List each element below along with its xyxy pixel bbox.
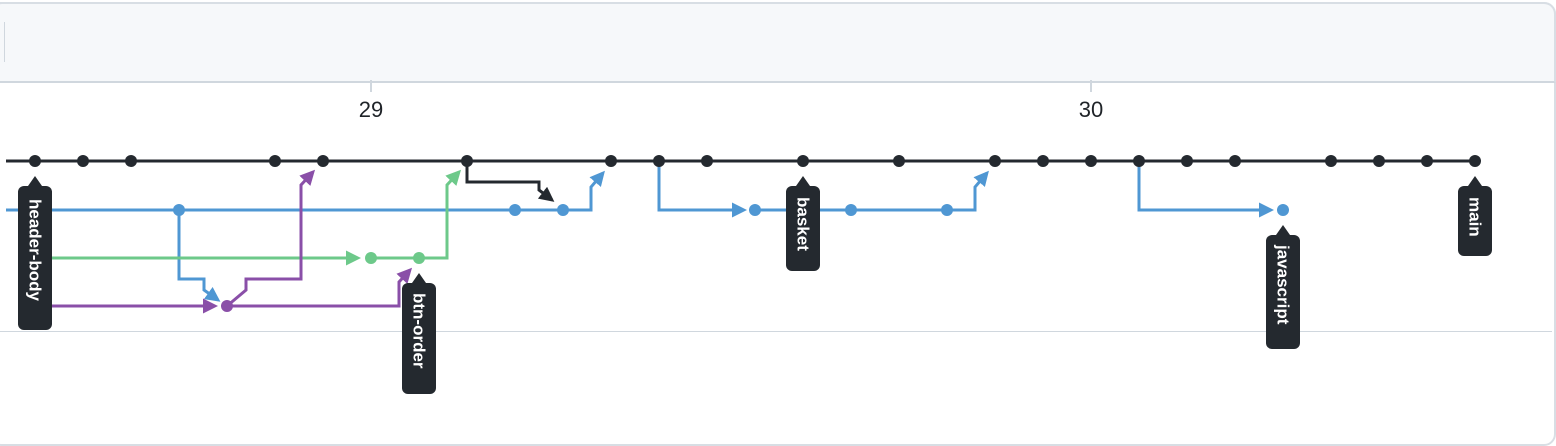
commit-dot[interactable] xyxy=(1085,155,1097,167)
commit-dot[interactable] xyxy=(317,155,329,167)
commit-dot[interactable] xyxy=(749,204,761,216)
basket-branch-start-edge xyxy=(657,161,747,218)
commit-dot[interactable] xyxy=(557,204,569,216)
branch-label-header-body[interactable]: header-body xyxy=(18,176,52,330)
branch-label-text: btn-order xyxy=(410,293,429,369)
blue-merge-edge-1 xyxy=(563,170,605,212)
branch-label-basket[interactable]: basket xyxy=(786,176,820,271)
commit-dot[interactable] xyxy=(1325,155,1337,167)
commit-dot[interactable] xyxy=(413,252,425,264)
main-to-blue-edge xyxy=(465,161,555,202)
commit-dot[interactable] xyxy=(1181,155,1193,167)
purple-commits xyxy=(221,300,233,312)
commit-dot[interactable] xyxy=(509,204,521,216)
commit-dot[interactable] xyxy=(1229,155,1241,167)
commit-dot[interactable] xyxy=(1277,204,1289,216)
commit-dot[interactable] xyxy=(653,155,665,167)
basket-merge-edge xyxy=(947,170,989,212)
blue-to-purple-edge xyxy=(177,210,221,302)
commit-network-graph: 29 30 header-body btn-order basket javas… xyxy=(6,80,1492,394)
day-label-29: 29 xyxy=(359,97,383,122)
commit-dot[interactable] xyxy=(845,204,857,216)
commit-dot[interactable] xyxy=(77,155,89,167)
commit-dot[interactable] xyxy=(989,155,1001,167)
commit-dot[interactable] xyxy=(605,155,617,167)
commit-dot[interactable] xyxy=(29,155,41,167)
branch-label-main[interactable]: main xyxy=(1458,176,1492,256)
commit-dot[interactable] xyxy=(701,155,713,167)
commit-dot[interactable] xyxy=(1469,155,1481,167)
network-graph-panel: 29 30 header-body btn-order basket javas… xyxy=(0,0,1556,446)
commit-dot[interactable] xyxy=(173,204,185,216)
commit-dot[interactable] xyxy=(461,155,473,167)
branch-label-btn-order[interactable]: btn-order xyxy=(402,273,436,394)
branch-label-text: javascript xyxy=(1274,244,1293,325)
branch-label-javascript[interactable]: javascript xyxy=(1266,225,1300,349)
commit-dot[interactable] xyxy=(1037,155,1049,167)
commit-dot[interactable] xyxy=(797,155,809,167)
commit-dot[interactable] xyxy=(1373,155,1385,167)
commit-dot[interactable] xyxy=(269,155,281,167)
branch-label-text: main xyxy=(1466,197,1485,237)
branch-label-text: header-body xyxy=(26,199,45,302)
purple-merge-edge-1 xyxy=(226,169,316,308)
commit-dot[interactable] xyxy=(893,155,905,167)
day-label-30: 30 xyxy=(1079,97,1103,122)
commit-dot[interactable] xyxy=(221,300,233,312)
purple-to-green-edge xyxy=(227,267,413,308)
commit-dot[interactable] xyxy=(941,204,953,216)
commit-dot[interactable] xyxy=(365,252,377,264)
branch-label-text: basket xyxy=(794,197,813,251)
green-merge-edge xyxy=(419,169,462,260)
javascript-branch-start-edge xyxy=(1137,161,1274,218)
commit-dot[interactable] xyxy=(1421,155,1433,167)
commit-dot[interactable] xyxy=(125,155,137,167)
commit-dot[interactable] xyxy=(1133,155,1145,167)
